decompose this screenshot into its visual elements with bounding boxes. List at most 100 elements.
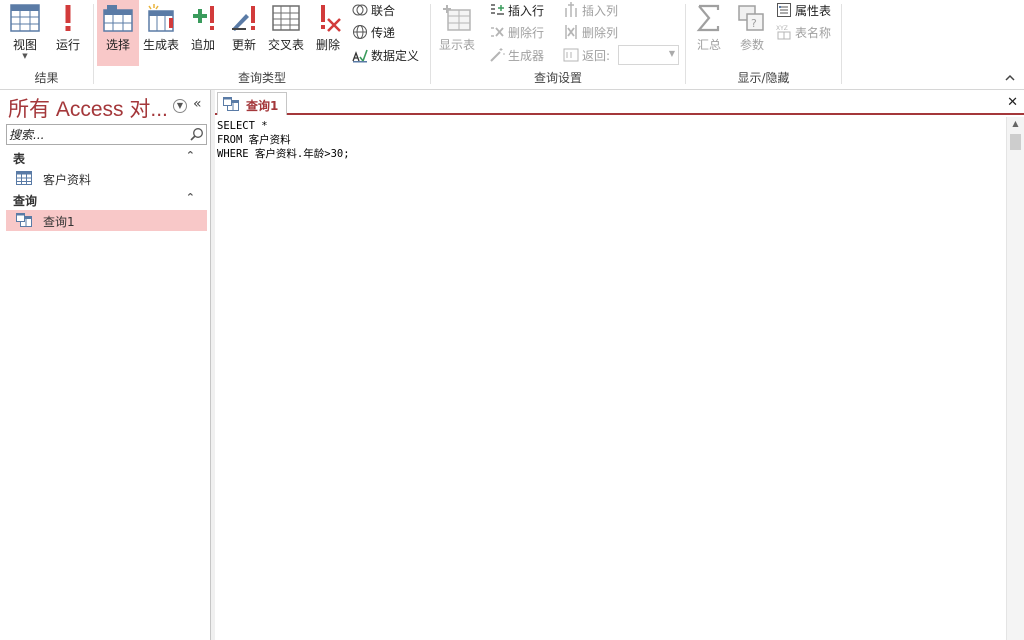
nav-section-tables[interactable]: 表 ⌃	[6, 148, 207, 168]
builder-label: 生成器	[508, 49, 545, 63]
sigma-icon	[696, 4, 720, 32]
delete-rows-icon	[491, 27, 504, 37]
property-sheet-icon	[777, 3, 791, 17]
table-names-label: 表名称	[795, 26, 832, 40]
nav-search-input[interactable]	[7, 125, 187, 144]
update-label: 更新	[231, 38, 256, 52]
select-query-button[interactable]: 选择	[97, 0, 139, 66]
parameters-button[interactable]: ? 参数	[732, 0, 772, 66]
delete-rows-label: 删除行	[508, 26, 545, 40]
query-icon	[16, 213, 32, 227]
view-label: 视图	[12, 38, 37, 52]
sql-editor[interactable]: SELECT * FROM 客户资料 WHERE 客户资料.年龄>30;	[216, 117, 1006, 640]
table-names-icon: XYZ	[776, 25, 791, 40]
nav-item-query1[interactable]: 查询1	[6, 210, 207, 231]
crosstab-label: 交叉表	[267, 38, 304, 52]
append-button[interactable]: 追加	[184, 0, 222, 66]
close-document-icon[interactable]: ✕	[1007, 95, 1018, 110]
ribbon-separator	[841, 4, 842, 84]
shutter-bar-collapse-icon[interactable]: «	[193, 96, 202, 112]
data-definition-label: 数据定义	[371, 49, 420, 63]
return-combo[interactable]: ▼	[618, 45, 679, 65]
scroll-up-icon[interactable]: ▲	[1007, 119, 1024, 131]
chevron-up-double-icon[interactable]: ⌃	[186, 191, 195, 204]
make-table-button[interactable]: 生成表	[140, 0, 182, 66]
crosstab-icon	[272, 5, 300, 31]
chevron-down-icon[interactable]: ▼	[669, 49, 675, 58]
chevron-up-double-icon[interactable]: ⌃	[186, 149, 195, 162]
nav-section-label: 表	[13, 152, 26, 166]
query-icon	[223, 97, 239, 111]
nav-section-label: 查询	[13, 194, 38, 208]
table-icon	[16, 171, 32, 185]
results-group: 视图 ▼ 运行 结果	[0, 0, 93, 90]
nav-item-label: 客户资料	[43, 173, 92, 187]
update-button[interactable]: 更新	[224, 0, 264, 66]
insert-columns-icon	[565, 2, 577, 17]
delete-columns-label: 删除列	[582, 26, 619, 40]
query-setup-group: 显示表 插入行 删除行 生成器 插入列 删除列 返回: ▼ 查询设置	[431, 0, 685, 90]
totals-button[interactable]: 汇总	[688, 0, 730, 66]
document-area: 查询1 ✕ SELECT * FROM 客户资料 WHERE 客户资料.年龄>3…	[215, 90, 1024, 640]
ribbon: 视图 ▼ 运行 结果 选择 生成表 追加 更新 交叉表 删除 联合 传递 数据定…	[0, 0, 1024, 90]
show-table-label: 显示表	[438, 38, 475, 52]
query-type-group: 选择 生成表 追加 更新 交叉表 删除 联合 传递 数据定义 查询类型	[94, 0, 430, 90]
delete-query-icon	[321, 5, 341, 32]
globe-icon	[353, 25, 367, 39]
view-dropdown-icon[interactable]: ▼	[4, 52, 46, 60]
query-setup-group-label: 查询设置	[533, 71, 582, 85]
nav-menu-dropdown-icon[interactable]: ▼	[173, 99, 187, 113]
tab-label: 查询1	[246, 99, 279, 113]
navigation-pane: 所有 Access 对... ▼ « 表 ⌃ 客户资料 查询 ⌃	[0, 90, 211, 640]
view-button[interactable]: 视图 ▼	[4, 0, 46, 66]
union-icon	[352, 4, 368, 16]
nav-item-customer-table[interactable]: 客户资料	[6, 168, 207, 189]
property-sheet-label: 属性表	[795, 4, 832, 18]
show-hide-group-label: 显示/隐藏	[737, 71, 790, 85]
tab-query1[interactable]: 查询1	[217, 92, 287, 115]
parameters-label: 参数	[739, 38, 764, 52]
return-icon	[563, 48, 579, 62]
select-query-icon	[103, 5, 133, 32]
run-icon	[65, 5, 71, 31]
append-icon	[193, 6, 214, 30]
delete-query-label: 删除	[315, 38, 340, 52]
make-table-icon	[148, 4, 174, 32]
collapse-ribbon-icon[interactable]	[1004, 72, 1016, 84]
nav-pane-title[interactable]: 所有 Access 对...	[8, 93, 168, 123]
nav-search-box	[6, 124, 207, 145]
delete-query-button[interactable]: 删除	[308, 0, 348, 66]
parameters-icon: ?	[738, 5, 764, 31]
scrollbar-thumb[interactable]	[1010, 134, 1021, 150]
insert-rows-label: 插入行	[508, 4, 545, 18]
union-label: 联合	[371, 4, 396, 18]
run-label: 运行	[55, 38, 80, 52]
query-type-group-label: 查询类型	[237, 71, 286, 85]
search-icon[interactable]	[189, 127, 204, 142]
document-tab-bar: 查询1 ✕	[215, 90, 1024, 115]
crosstab-button[interactable]: 交叉表	[265, 0, 307, 66]
insert-rows-icon	[491, 4, 504, 15]
vertical-scrollbar[interactable]: ▲	[1006, 117, 1024, 640]
insert-columns-label: 插入列	[582, 4, 619, 18]
totals-label: 汇总	[696, 38, 721, 52]
pass-through-label: 传递	[371, 26, 396, 40]
show-table-button[interactable]: 显示表	[434, 0, 480, 66]
make-table-label: 生成表	[142, 38, 179, 52]
nav-item-label: 查询1	[43, 215, 75, 229]
results-group-label: 结果	[34, 71, 59, 85]
show-table-icon	[443, 5, 471, 31]
view-icon	[10, 4, 40, 32]
show-hide-group: 汇总 ? 参数 属性表 XYZ 表名称 显示/隐藏	[686, 0, 841, 90]
delete-columns-icon	[565, 25, 577, 39]
data-definition-icon	[352, 49, 368, 63]
svg-text:?: ?	[751, 17, 757, 30]
return-label: 返回:	[582, 49, 611, 63]
builder-wand-icon	[490, 48, 505, 62]
nav-section-queries[interactable]: 查询 ⌃	[6, 190, 207, 210]
update-icon	[232, 6, 255, 31]
select-query-label: 选择	[105, 38, 130, 52]
append-label: 追加	[190, 38, 215, 52]
svg-text:XYZ: XYZ	[776, 25, 788, 32]
run-button[interactable]: 运行	[48, 0, 88, 66]
